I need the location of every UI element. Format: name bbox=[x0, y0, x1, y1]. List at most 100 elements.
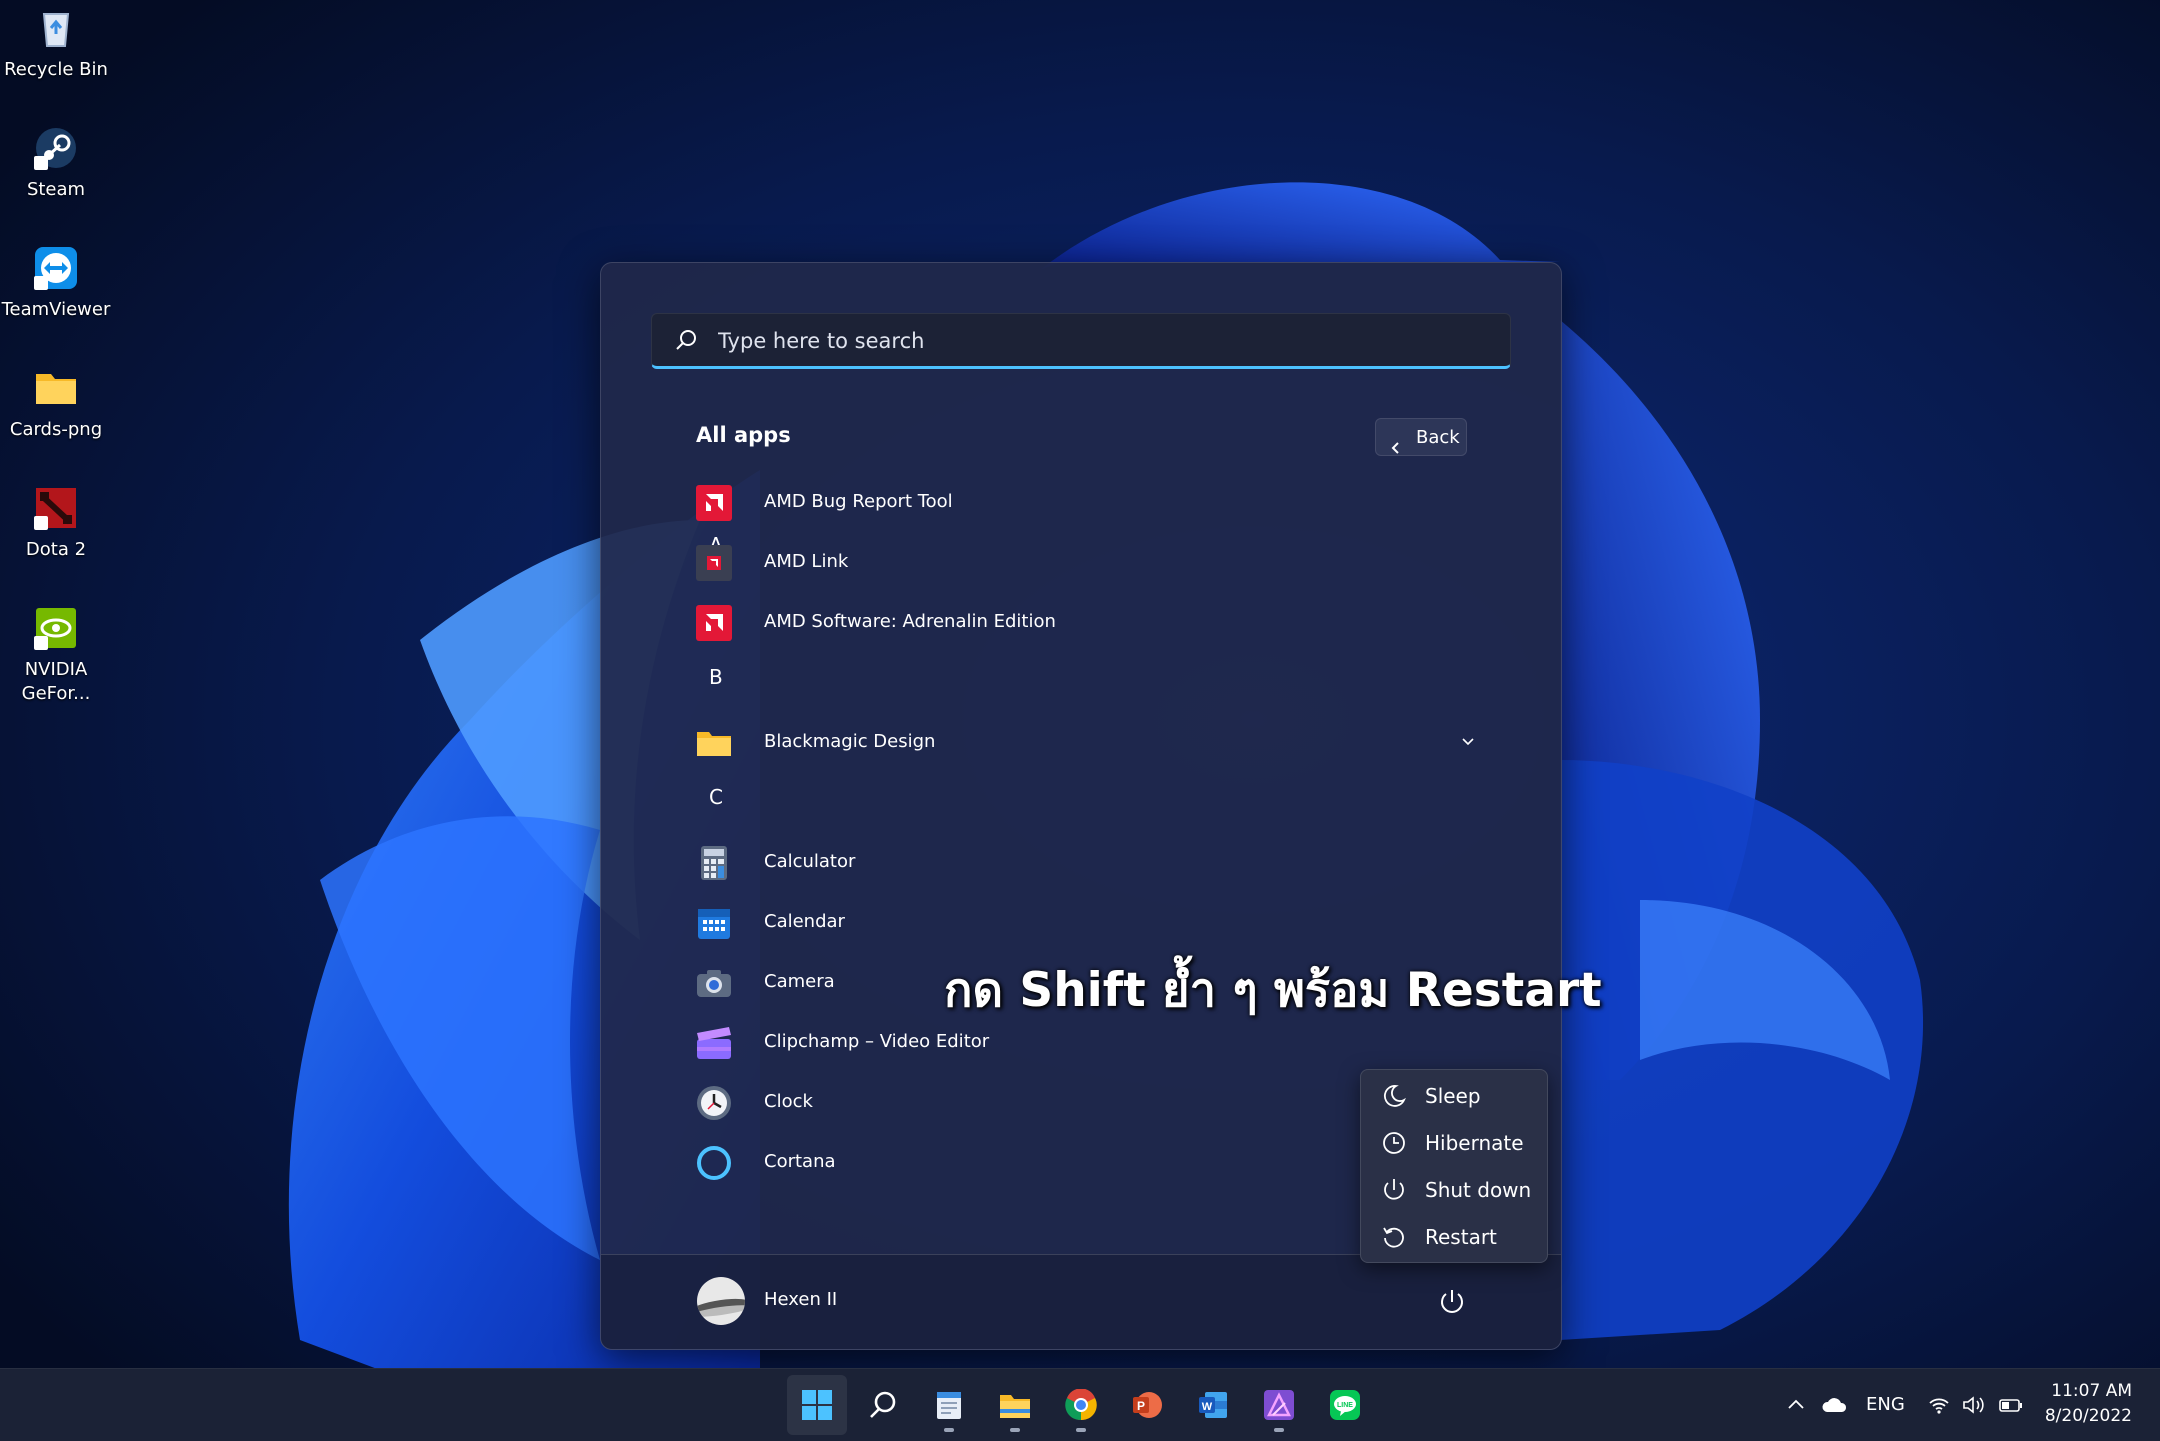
taskbar-affinity-photo-button[interactable] bbox=[1249, 1375, 1309, 1435]
desktop-icon-label: Dota 2 bbox=[25, 539, 87, 560]
search-box[interactable] bbox=[651, 313, 1511, 369]
calendar-icon bbox=[696, 905, 732, 941]
tray-time: 11:07 AM bbox=[2051, 1381, 2132, 1401]
app-item-calculator[interactable]: Calculator bbox=[696, 837, 1476, 889]
tray-clock[interactable]: 11:07 AM 8/20/2022 bbox=[2040, 1379, 2132, 1429]
volume-icon bbox=[1963, 1396, 1984, 1414]
taskbar-word-button[interactable]: W bbox=[1183, 1375, 1243, 1435]
tray-language[interactable]: ENG bbox=[1866, 1369, 1905, 1441]
app-item-amd-software[interactable]: AMD Software: Adrenalin Edition bbox=[696, 597, 1476, 649]
amd-icon bbox=[696, 485, 732, 521]
app-label: Calculator bbox=[764, 851, 856, 872]
recycle-bin-icon bbox=[34, 6, 78, 50]
cortana-icon bbox=[696, 1145, 732, 1181]
powerpoint-icon: P bbox=[1133, 1392, 1162, 1418]
calculator-icon bbox=[696, 845, 732, 881]
app-label: Camera bbox=[764, 971, 835, 992]
chrome-icon bbox=[1065, 1389, 1097, 1421]
all-apps-title: All apps bbox=[696, 423, 791, 447]
app-label: Clipchamp – Video Editor bbox=[764, 1031, 990, 1052]
tray-volume-button[interactable] bbox=[1962, 1369, 1986, 1441]
app-label: AMD Software: Adrenalin Edition bbox=[764, 611, 1056, 632]
desktop-icon-cards-png[interactable]: Cards-png bbox=[0, 366, 112, 442]
word-icon: W bbox=[1199, 1392, 1227, 1418]
svg-text:P: P bbox=[1137, 1399, 1145, 1413]
taskbar-powerpoint-button[interactable]: P bbox=[1117, 1375, 1177, 1435]
power-menu: Sleep Hibernate Shut down Restart bbox=[1360, 1069, 1548, 1263]
notepad-icon bbox=[937, 1392, 961, 1419]
cloud-icon bbox=[1822, 1398, 1847, 1412]
desktop-icon-dota-2[interactable]: Dota 2 bbox=[0, 486, 112, 562]
desktop-icon-steam[interactable]: Steam bbox=[0, 126, 112, 202]
power-menu-label: Restart bbox=[1425, 1225, 1497, 1249]
shortcut-arrow-icon bbox=[34, 636, 48, 650]
power-icon bbox=[1381, 1177, 1407, 1207]
taskbar-chrome-button[interactable] bbox=[1051, 1375, 1111, 1435]
taskbar-line-button[interactable]: LINE bbox=[1315, 1375, 1375, 1435]
app-item-amd-bug-report-tool[interactable]: AMD Bug Report Tool bbox=[696, 477, 1476, 529]
power-button[interactable] bbox=[1437, 1287, 1467, 1321]
desktop-icon-nvidia-geforce[interactable]: NVIDIA GeFor... bbox=[0, 606, 112, 706]
desktop-icon-recycle-bin[interactable]: Recycle Bin bbox=[0, 6, 112, 82]
running-indicator bbox=[1076, 1428, 1086, 1432]
chevron-down-icon[interactable] bbox=[1460, 733, 1476, 753]
overlay-caption: กด Shift ย้ำ ๆ พร้อม Restart bbox=[944, 963, 1602, 1018]
power-menu-item-shut-down[interactable]: Shut down bbox=[1361, 1166, 1547, 1213]
taskbar-start-button[interactable] bbox=[787, 1375, 847, 1435]
folder-icon bbox=[696, 725, 732, 761]
desktop-icon-teamviewer[interactable]: TeamViewer bbox=[0, 246, 112, 322]
letter-header-c[interactable]: C bbox=[709, 785, 723, 809]
folder-icon bbox=[34, 366, 78, 410]
battery-icon bbox=[1999, 1399, 2022, 1412]
power-menu-label: Shut down bbox=[1425, 1178, 1532, 1202]
app-label: Calendar bbox=[764, 911, 845, 932]
tray-overflow-button[interactable] bbox=[1786, 1369, 1806, 1441]
taskbar-file-explorer-button[interactable] bbox=[985, 1375, 1045, 1435]
tray-network-button[interactable] bbox=[1928, 1369, 1950, 1441]
start-menu-footer: Hexen II bbox=[601, 1254, 1561, 1349]
desktop-icon-label: Recycle Bin bbox=[4, 59, 108, 80]
desktop-icon-label: NVIDIA GeFor... bbox=[21, 659, 91, 704]
user-avatar[interactable] bbox=[697, 1277, 745, 1325]
dota2-icon bbox=[34, 486, 78, 530]
power-menu-item-restart[interactable]: Restart bbox=[1361, 1213, 1547, 1260]
moon-icon bbox=[1381, 1083, 1407, 1113]
app-item-calendar[interactable]: Calendar bbox=[696, 897, 1476, 949]
chevron-left-icon bbox=[1390, 431, 1402, 469]
affinity-photo-icon bbox=[1264, 1390, 1294, 1420]
search-input[interactable] bbox=[716, 324, 1480, 358]
teamviewer-icon bbox=[34, 246, 78, 290]
amd-icon bbox=[696, 605, 732, 641]
back-button[interactable]: Back bbox=[1375, 418, 1467, 456]
app-label: AMD Link bbox=[764, 551, 849, 572]
line-icon: LINE bbox=[1330, 1390, 1360, 1420]
shortcut-arrow-icon bbox=[34, 516, 48, 530]
svg-text:LINE: LINE bbox=[1337, 1402, 1353, 1409]
app-item-blackmagic-design[interactable]: Blackmagic Design bbox=[696, 717, 1476, 769]
tray-battery-button[interactable] bbox=[1998, 1369, 2024, 1441]
power-menu-item-sleep[interactable]: Sleep bbox=[1361, 1072, 1547, 1119]
shortcut-arrow-icon bbox=[34, 156, 48, 170]
app-label: Cortana bbox=[764, 1151, 836, 1172]
app-item-amd-link[interactable]: AMD Link bbox=[696, 537, 1476, 589]
running-indicator bbox=[1274, 1428, 1284, 1432]
taskbar: P W LINE ENG 11:07 AM 8/20/2022 bbox=[0, 1368, 2160, 1441]
desktop-icon-label: TeamViewer bbox=[1, 299, 111, 320]
letter-header-b[interactable]: B bbox=[709, 665, 723, 689]
power-menu-label: Hibernate bbox=[1425, 1131, 1524, 1155]
steam-icon bbox=[34, 126, 78, 170]
wifi-icon bbox=[1929, 1398, 1949, 1414]
app-label: AMD Bug Report Tool bbox=[764, 491, 953, 512]
taskbar-notepad-button[interactable] bbox=[919, 1375, 979, 1435]
user-name[interactable]: Hexen II bbox=[764, 1289, 837, 1310]
tray-onedrive-button[interactable] bbox=[1820, 1369, 1848, 1441]
restart-icon bbox=[1381, 1224, 1407, 1254]
running-indicator bbox=[1010, 1428, 1020, 1432]
shortcut-arrow-icon bbox=[34, 276, 48, 290]
power-menu-item-hibernate[interactable]: Hibernate bbox=[1361, 1119, 1547, 1166]
app-label: Blackmagic Design bbox=[764, 731, 936, 752]
taskbar-search-button[interactable] bbox=[853, 1375, 913, 1435]
amd-link-icon bbox=[696, 545, 732, 581]
app-item-cortana[interactable]: Cortana bbox=[696, 1137, 1476, 1189]
app-item-clock[interactable]: Clock bbox=[696, 1077, 1476, 1129]
